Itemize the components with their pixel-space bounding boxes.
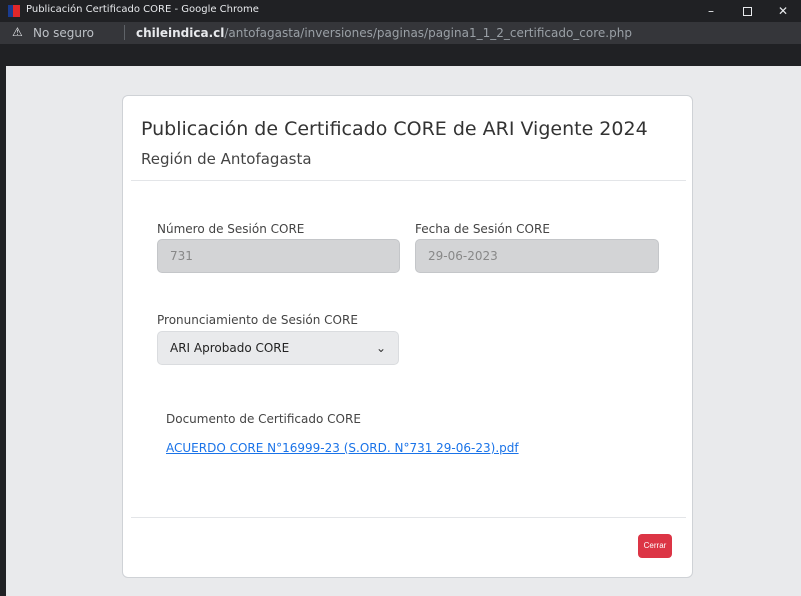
session-date-label: Fecha de Sesión CORE (415, 222, 550, 236)
url-path: /antofagasta/inversiones/paginas/pagina1… (224, 26, 632, 40)
certificate-document-link[interactable]: ACUERDO CORE N°16999-23 (S.ORD. N°731 29… (166, 441, 519, 455)
modal-title: Publicación de Certificado CORE de ARI V… (141, 118, 648, 140)
certificate-modal: Publicación de Certificado CORE de ARI V… (122, 95, 693, 578)
pronouncement-select[interactable]: ARI Aprobado CORE ⌄ (157, 331, 399, 365)
close-button[interactable]: Cerrar (638, 534, 672, 558)
warning-icon[interactable]: ⚠ (12, 25, 23, 39)
chevron-down-icon: ⌄ (375, 341, 386, 355)
url-text[interactable]: chileindica.cl/antofagasta/inversiones/p… (136, 26, 632, 40)
pronouncement-label: Pronunciamiento de Sesión CORE (157, 313, 358, 327)
header-divider (131, 180, 686, 181)
close-window-button[interactable]: ✕ (765, 0, 801, 22)
modal-subtitle: Región de Antofagasta (141, 150, 312, 168)
session-number-label: Número de Sesión CORE (157, 222, 305, 236)
window-title: Publicación Certificado CORE - Google Ch… (26, 4, 259, 15)
browser-titlebar: Publicación Certificado CORE - Google Ch… (0, 0, 801, 22)
site-favicon-icon (8, 5, 20, 17)
pronouncement-selected: ARI Aprobado CORE (170, 341, 290, 355)
url-domain: chileindica.cl (136, 26, 225, 40)
address-separator (124, 25, 125, 40)
address-bar[interactable]: ⚠ No seguro chileindica.cl/antofagasta/i… (0, 22, 801, 44)
maximize-icon (742, 7, 752, 16)
security-label[interactable]: No seguro (33, 26, 94, 40)
footer-divider (131, 517, 686, 518)
maximize-button[interactable] (729, 0, 765, 22)
document-label: Documento de Certificado CORE (166, 412, 361, 426)
session-number-field: 731 (157, 239, 400, 273)
minimize-button[interactable]: – (693, 0, 729, 22)
session-date-field: 29-06-2023 (415, 239, 659, 273)
